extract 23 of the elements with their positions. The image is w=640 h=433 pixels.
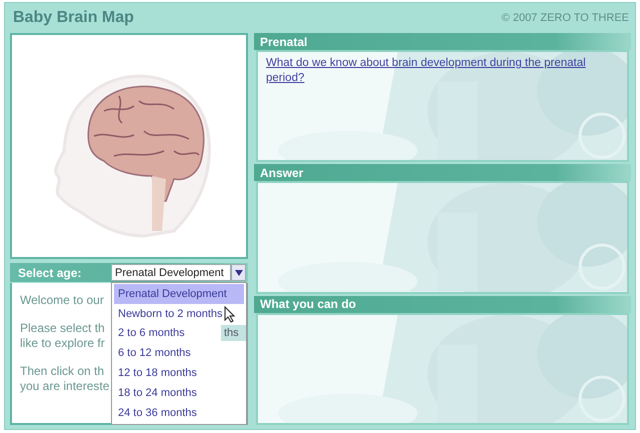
intro-text: Then click on th — [20, 364, 104, 378]
age-option[interactable]: 18 to 24 months — [114, 382, 244, 403]
age-select[interactable]: Prenatal Development — [111, 264, 231, 281]
intro-text: you are intereste — [20, 379, 110, 393]
age-option[interactable]: 6 to 12 months — [114, 343, 244, 364]
window-title: Baby Brain Map — [13, 9, 134, 27]
question-link[interactable]: What do we know about brain development during the prenatal period? — [266, 56, 596, 86]
fragment-tooltip: ths — [221, 325, 246, 341]
select-age-label: Select age: — [18, 266, 82, 280]
panel-header: Prenatal — [254, 33, 631, 50]
panel-header: Answer — [254, 164, 631, 182]
cursor-icon — [224, 306, 236, 323]
age-option[interactable]: 12 to 18 months — [114, 363, 244, 383]
age-option[interactable]: Prenatal Development — [114, 284, 244, 304]
age-option[interactable]: 24 to 36 months — [114, 402, 244, 423]
age-option[interactable]: Newborn to 2 months — [114, 304, 244, 324]
caret-icon — [234, 270, 242, 276]
panel-header: What you can do — [254, 296, 631, 313]
dropdown-button[interactable] — [231, 264, 246, 281]
intro-text: Please select th — [20, 321, 105, 335]
intro-text: Welcome to our — [20, 293, 104, 307]
intro-text: like to explore fr — [20, 336, 105, 350]
copyright-text: © 2007 ZERO TO THREE — [502, 12, 629, 24]
